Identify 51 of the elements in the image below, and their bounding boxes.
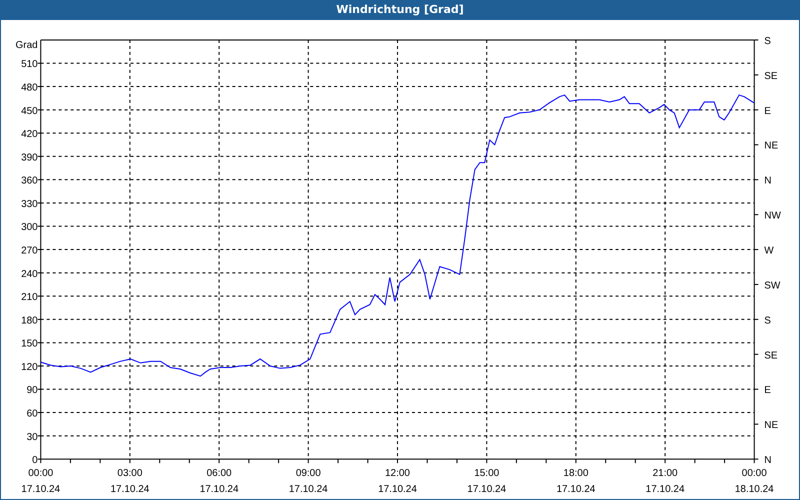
compass-label: NW <box>764 210 781 222</box>
compass-label: E <box>764 385 771 396</box>
x-date-label: 17.10.24 <box>288 484 328 496</box>
x-tick-label: 03:00 <box>117 468 142 480</box>
y-tick-label: 450 <box>21 106 38 117</box>
compass-label: E <box>764 106 771 117</box>
x-tick-label: 06:00 <box>206 468 232 480</box>
y-tick-label: 420 <box>21 129 38 140</box>
y-tick-label: 150 <box>21 338 38 350</box>
y-tick-label: 90 <box>26 385 38 396</box>
y-tick-label: 390 <box>21 152 38 164</box>
y-tick-label: 60 <box>26 408 38 420</box>
x-tick-label: 00:00 <box>742 468 767 480</box>
x-tick-label: 09:00 <box>296 468 321 480</box>
x-date-label: 18.10.24 <box>734 484 774 496</box>
compass-label: S <box>764 315 771 326</box>
y-tick-label: 210 <box>21 292 38 304</box>
x-tick-label: 21:00 <box>652 468 678 480</box>
x-tick-label: 12:00 <box>385 468 410 480</box>
x-tick-label: 18:00 <box>563 468 588 480</box>
x-date-label: 17.10.24 <box>200 484 239 496</box>
y-tick-label: 270 <box>21 246 38 256</box>
compass-label: N <box>764 455 772 466</box>
y-tick-label: 510 <box>21 59 38 70</box>
y-tick-label: 240 <box>21 268 38 280</box>
y-tick-label: 360 <box>21 176 38 187</box>
compass-label: S <box>764 36 771 47</box>
x-tick-label: 15:00 <box>474 468 500 480</box>
y-tick-label: 0 <box>32 455 38 466</box>
x-date-label: 17.10.24 <box>556 484 596 496</box>
y-tick-label: 480 <box>21 82 38 94</box>
compass-label: N <box>764 176 772 187</box>
x-date-label: 17.10.24 <box>467 484 506 496</box>
y-tick-label: 330 <box>21 198 38 210</box>
compass-label: SE <box>764 70 778 82</box>
y-axis-title: Grad <box>16 40 38 51</box>
compass-label: SE <box>764 350 778 362</box>
x-date-label: 17.10.24 <box>646 484 684 496</box>
compass-label: SW <box>764 280 780 292</box>
y-tick-label: 180 <box>21 315 38 326</box>
window-title: Windrichtung [Grad] <box>1 0 799 20</box>
compass-label: W <box>764 246 774 256</box>
compass-label: NE <box>764 140 778 152</box>
x-date-label: 17.10.24 <box>378 484 417 496</box>
x-date-label: 17.10.24 <box>110 484 150 496</box>
y-tick-label: 120 <box>21 362 38 373</box>
y-tick-label: 300 <box>21 222 38 234</box>
x-tick-label: 00:00 <box>28 468 54 480</box>
x-date-label: 17.10.24 <box>21 484 60 496</box>
y-tick-label: 30 <box>26 432 38 443</box>
compass-label: NE <box>764 420 778 432</box>
